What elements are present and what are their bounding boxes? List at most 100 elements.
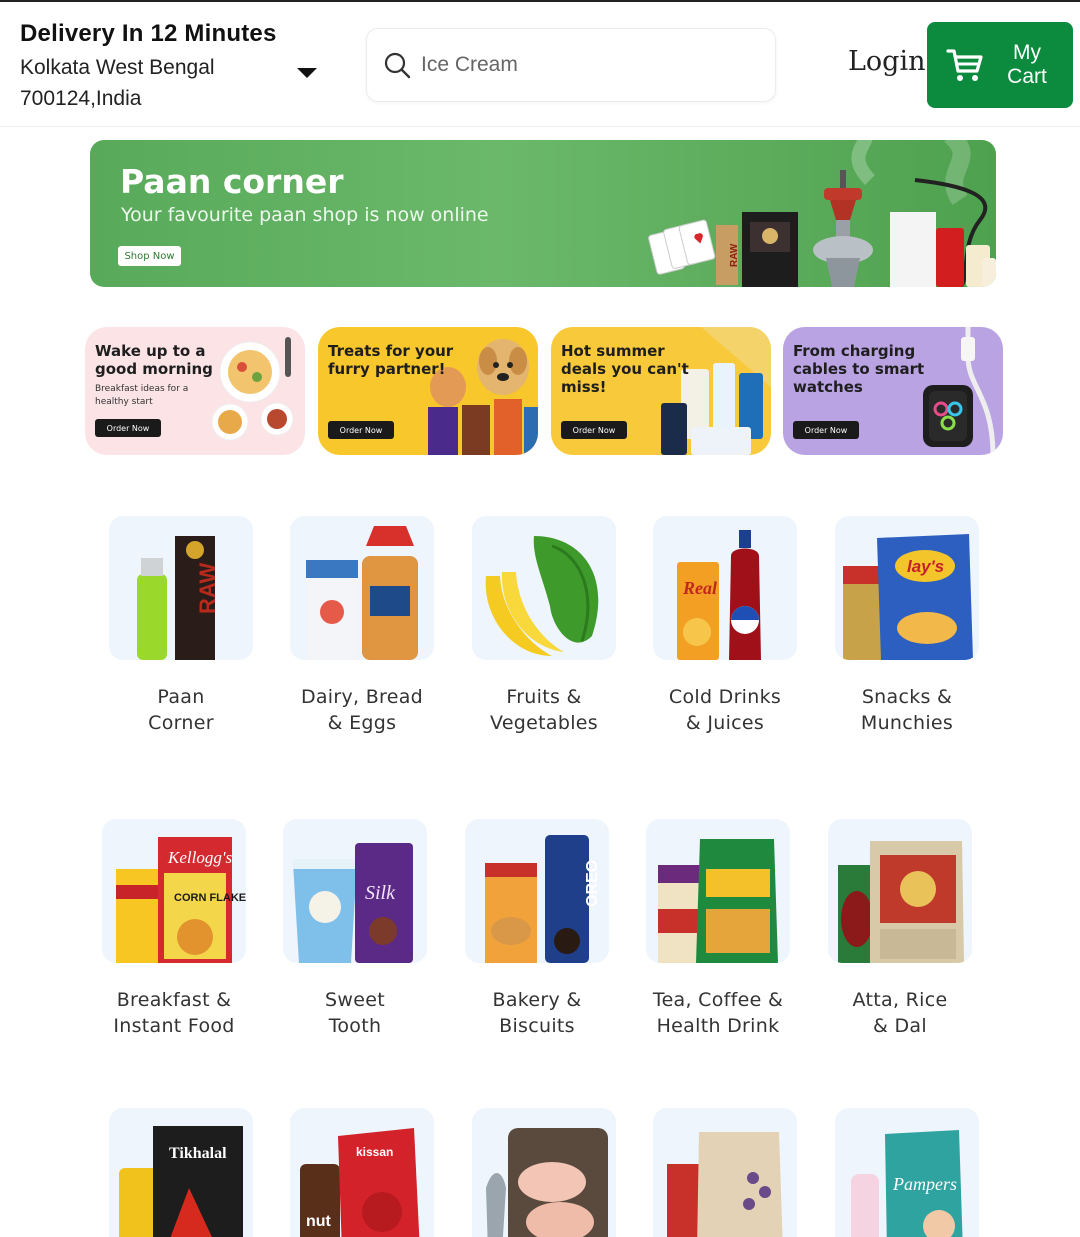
diapers-icon: Pampers	[851, 1130, 963, 1237]
address-dropdown-caret-icon[interactable]	[297, 68, 317, 78]
category-tea-coffee-health-drink[interactable]: Tea, Coffee & Health Drink	[623, 819, 813, 1039]
delivery-address: Kolkata West Bengal 700124,India	[20, 52, 320, 114]
category-label: Sweet Tooth	[260, 987, 450, 1039]
promo-title: Treats for your furry partner!	[328, 342, 454, 378]
category-cold-drinks-juices[interactable]: Real Cold Drinks & Juices	[630, 516, 820, 736]
category-atta-rice-dal[interactable]: Atta, Rice & Dal	[805, 819, 995, 1039]
category-image: Silk	[283, 819, 427, 963]
category-label-line-1: Snacks &	[861, 686, 953, 708]
raw-logo: RAW	[195, 562, 220, 614]
delivery-time-title: Delivery In 12 Minutes	[20, 20, 277, 47]
category-paan-corner[interactable]: RAW Paan Corner	[86, 516, 276, 736]
cart-label-line-2: Cart	[1007, 65, 1047, 88]
category-label-line-1: Paan	[157, 686, 205, 708]
category-dairy-bread-eggs[interactable]: Dairy, Bread & Eggs	[267, 516, 457, 736]
promo-title: Wake up to a good morning	[95, 342, 213, 378]
lays-logo: lay's	[907, 557, 944, 576]
category-fruits-vegetables[interactable]: Fruits & Vegetables	[449, 516, 639, 736]
category-image	[828, 819, 972, 963]
search-bar[interactable]: Ice Cream	[366, 28, 776, 102]
category-label-line-1: Fruits &	[506, 686, 582, 708]
login-button[interactable]: Login	[848, 46, 926, 77]
category-sauces-spreads[interactable]: nut kissan	[267, 1108, 457, 1237]
atta-rice-dal-icon	[838, 841, 964, 963]
search-placeholder: Ice Cream	[421, 53, 518, 76]
category-label: Breakfast & Instant Food	[79, 987, 269, 1039]
lighter-and-rolling-paper-icon: RAW	[137, 536, 220, 660]
category-label-line-2: & Eggs	[327, 712, 397, 734]
oreo-logo: OREO	[584, 860, 601, 907]
promo-card-pets[interactable]: Treats for your furry partner! Order Now	[318, 327, 538, 455]
category-bakery-biscuits[interactable]: OREO Bakery & Biscuits	[442, 819, 632, 1039]
chips-and-namkeen-icon: lay's	[843, 534, 973, 660]
tea-and-health-drink-icon	[658, 839, 778, 963]
kissan-logo: kissan	[356, 1145, 393, 1159]
category-label-line-2: Health Drink	[656, 1015, 780, 1037]
kelloggs-logo: Kellogg's	[167, 848, 232, 867]
category-label-line-1: Cold Drinks	[668, 686, 782, 708]
order-now-button[interactable]: Order Now	[793, 421, 859, 439]
category-breakfast-instant-food[interactable]: Kellogg's CORN FLAKES Breakfast & Instan…	[79, 819, 269, 1039]
delivery-info[interactable]: Delivery In 12 Minutes Kolkata West Beng…	[20, 20, 320, 114]
shop-now-button[interactable]: Shop Now	[118, 246, 181, 266]
category-label: Cold Drinks & Juices	[630, 684, 820, 736]
order-now-button[interactable]: Order Now	[328, 421, 394, 439]
pampers-logo: Pampers	[892, 1174, 957, 1194]
my-cart-button[interactable]: My Cart	[927, 22, 1073, 108]
category-organic-healthy-living[interactable]	[630, 1108, 820, 1237]
chicken-and-fish-icon	[486, 1128, 608, 1237]
category-label-line-1: Sweet	[325, 989, 385, 1011]
promo-title: From charging cables to smart watches	[793, 342, 925, 396]
cart-icon	[946, 49, 983, 81]
raw-logo: RAW	[729, 243, 740, 267]
category-label-line-2: & Juices	[685, 712, 765, 734]
category-label: Tea, Coffee & Health Drink	[623, 987, 813, 1039]
category-sweet-tooth[interactable]: Silk Sweet Tooth	[260, 819, 450, 1039]
category-label: Dairy, Bread & Eggs	[267, 684, 457, 736]
category-image: nut kissan	[290, 1108, 434, 1237]
cart-label-line-1: My	[1013, 41, 1041, 64]
juice-and-soda-icon: Real	[677, 530, 761, 660]
category-label: Atta, Rice & Dal	[805, 987, 995, 1039]
order-now-button[interactable]: Order Now	[561, 421, 627, 439]
biscuits-icon: OREO	[485, 835, 601, 963]
milk-and-bread-icon	[306, 526, 418, 660]
category-label-line-1: Dairy, Bread	[300, 686, 424, 708]
banner-subtitle: Your favourite paan shop is now online	[121, 204, 489, 226]
ice-cream-and-chocolate-icon: Silk	[293, 843, 413, 963]
order-now-button[interactable]: Order Now	[95, 419, 161, 437]
promo-card-breakfast[interactable]: Wake up to a good morning Breakfast idea…	[85, 327, 305, 455]
category-image	[472, 1108, 616, 1237]
category-baby-care[interactable]: Pampers	[812, 1108, 1002, 1237]
promo-card-summer[interactable]: Hot summer deals you can't miss! Order N…	[551, 327, 771, 455]
category-label: Fruits & Vegetables	[449, 684, 639, 736]
category-masala-oil[interactable]: Tikhalal	[86, 1108, 276, 1237]
search-icon	[384, 52, 411, 79]
category-chicken-meat-fish[interactable]	[449, 1108, 639, 1237]
real-logo: Real	[682, 578, 717, 598]
category-label-line-1: Tea, Coffee &	[652, 989, 784, 1011]
top-header: Delivery In 12 Minutes Kolkata West Beng…	[0, 2, 1080, 127]
paan-products-illustration: RAW	[648, 140, 996, 287]
cart-label: My Cart	[1005, 41, 1049, 89]
category-label-line-2: Vegetables	[490, 712, 598, 734]
category-label-line-2: Biscuits	[499, 1015, 575, 1037]
banana-and-spinach-icon	[485, 536, 599, 656]
category-snacks-munchies[interactable]: lay's Snacks & Munchies	[812, 516, 1002, 736]
paan-corner-banner[interactable]: Paan corner Your favourite paan shop is …	[90, 140, 996, 287]
address-line-1: Kolkata West Bengal	[20, 56, 215, 79]
category-label-line-2: Corner	[148, 712, 214, 734]
promo-card-electronics[interactable]: From charging cables to smart watches Or…	[783, 327, 1003, 455]
banner-title: Paan corner	[120, 162, 344, 201]
category-image	[290, 516, 434, 660]
organic-pack-icon	[667, 1132, 783, 1237]
silk-logo: Silk	[365, 882, 396, 904]
category-image: Pampers	[835, 1108, 979, 1237]
category-image	[653, 1108, 797, 1237]
nutella-logo: nut	[306, 1213, 332, 1230]
category-image: RAW	[109, 516, 253, 660]
category-label-line-1: Atta, Rice	[852, 989, 948, 1011]
tikhalal-logo: Tikhalal	[169, 1145, 227, 1162]
category-label-line-1: Breakfast &	[116, 989, 232, 1011]
sauce-and-spread-icon: nut kissan	[300, 1128, 420, 1237]
